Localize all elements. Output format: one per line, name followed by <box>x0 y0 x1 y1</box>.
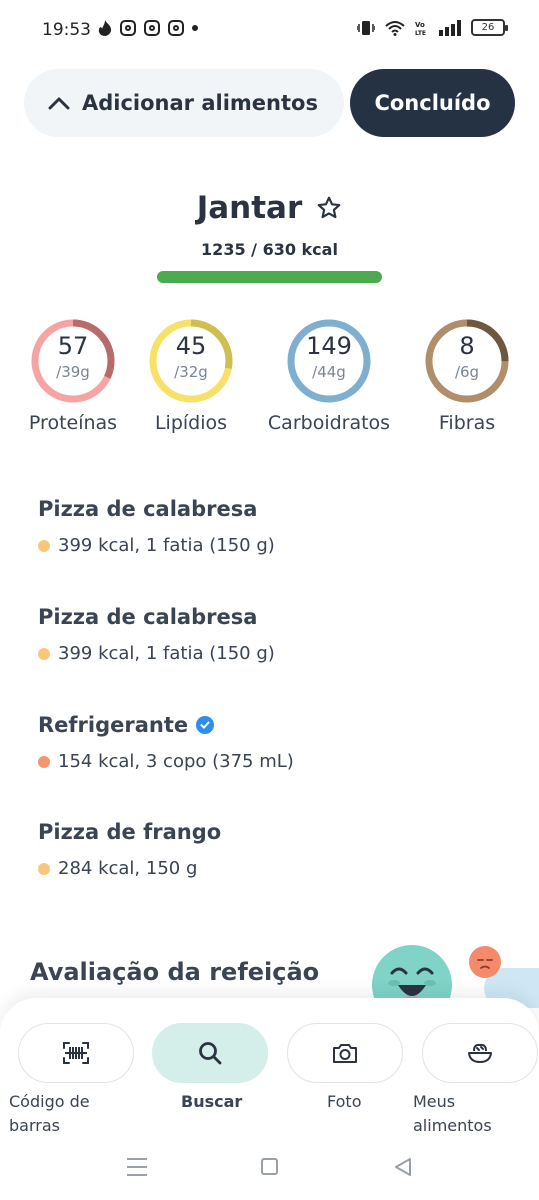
tab-my-foods-label[interactable]: Meus alimentos <box>413 1090 523 1138</box>
food-name: Refrigerante <box>38 713 189 737</box>
dot-icon <box>192 25 198 31</box>
tab-search-label[interactable]: Buscar <box>181 1090 242 1114</box>
kcal-summary: 1235 / 630 kcal <box>201 240 338 259</box>
kcal-progress-bar <box>157 271 382 283</box>
instagram-icon <box>144 20 160 36</box>
macro-ring-graphic <box>287 319 371 403</box>
chevron-up-icon <box>48 97 70 110</box>
status-time: 19:53 <box>42 20 91 40</box>
food-dot-icon <box>38 539 50 552</box>
macro-ring-graphic <box>149 319 233 403</box>
macro-name: Carboidratos <box>267 412 391 434</box>
macro-ring: 149 /44g <box>286 318 372 404</box>
svg-text:Vo: Vo <box>415 21 425 29</box>
macro-value: 57 <box>57 332 89 360</box>
verified-icon <box>196 716 215 734</box>
macro-ring: 8 /6g <box>424 318 510 404</box>
add-foods-button[interactable]: Adicionar alimentos <box>24 69 344 137</box>
meal-title-row: Jantar <box>0 190 539 226</box>
food-desc: 399 kcal, 1 fatia (150 g) <box>58 535 275 556</box>
macro-name: Fibras <box>438 412 496 434</box>
food-dot-icon <box>38 755 50 768</box>
tab-barcode-label[interactable]: Código de barras <box>9 1090 129 1138</box>
food-desc: 284 kcal, 150 g <box>58 858 198 879</box>
macro-fibers: 8 /6g Fibras <box>397 318 537 434</box>
battery-icon: 26 <box>471 19 508 36</box>
macro-carbs: 149 /44g Carboidratos <box>259 318 399 434</box>
instagram-icon <box>168 20 184 36</box>
macro-ring: 57 /39g <box>30 318 116 404</box>
add-foods-label: Adicionar alimentos <box>82 91 318 115</box>
macro-name: Lipídios <box>154 412 228 434</box>
macro-ring-graphic <box>425 319 509 403</box>
camera-icon <box>333 1044 357 1063</box>
done-button[interactable]: Concluído <box>350 69 515 137</box>
food-name-row: Pizza de calabresa <box>38 497 498 521</box>
notification-icons <box>98 20 198 36</box>
food-dot-icon <box>38 862 50 875</box>
bowl-icon <box>468 1043 492 1063</box>
macro-value: 149 <box>306 332 352 360</box>
kcal-progress-fill <box>157 271 382 283</box>
meal-rating-title: Avaliação da refeição <box>30 958 320 986</box>
sad-face-icon <box>469 946 501 978</box>
food-item[interactable]: Pizza de calabresa 399 kcal, 1 fatia (15… <box>38 605 498 664</box>
food-desc-row: 284 kcal, 150 g <box>38 858 498 879</box>
macro-ring: 45 /32g <box>148 318 234 404</box>
volte-icon: VoLTE <box>415 21 426 36</box>
food-item[interactable]: Pizza de frango 284 kcal, 150 g <box>38 820 498 879</box>
food-item[interactable]: Refrigerante 154 kcal, 3 copo (375 mL) <box>38 713 498 772</box>
food-name: Pizza de frango <box>38 820 222 844</box>
macro-value: 45 <box>175 332 207 360</box>
system-icons: Vo LTE 26 <box>357 19 508 36</box>
meal-title: Jantar <box>196 190 303 226</box>
back-button[interactable] <box>393 1157 413 1177</box>
food-name-row: Pizza de frango <box>38 820 498 844</box>
recent-apps-button[interactable] <box>127 1158 147 1182</box>
food-name-row: Refrigerante <box>38 713 498 737</box>
signal-icon <box>439 19 461 36</box>
done-label: Concluído <box>374 91 491 115</box>
food-desc: 154 kcal, 3 copo (375 mL) <box>58 751 294 772</box>
vibrate-icon <box>357 20 375 35</box>
food-name-row: Pizza de calabresa <box>38 605 498 629</box>
tab-my-foods[interactable] <box>422 1023 538 1083</box>
food-name: Pizza de calabresa <box>38 605 258 629</box>
tab-photo[interactable] <box>287 1023 403 1083</box>
food-desc-row: 154 kcal, 3 copo (375 mL) <box>38 751 498 772</box>
search-icon <box>199 1042 222 1065</box>
svg-text:LTE: LTE <box>415 30 426 36</box>
tab-photo-label[interactable]: Foto <box>327 1090 361 1114</box>
macro-value: 8 <box>459 332 475 360</box>
tab-search[interactable] <box>152 1023 268 1083</box>
instagram-icon <box>120 20 136 36</box>
food-desc-row: 399 kcal, 1 fatia (150 g) <box>38 643 498 664</box>
system-nav-bar <box>0 1148 539 1188</box>
star-icon[interactable] <box>316 195 342 221</box>
macro-goal: /32g <box>174 363 208 381</box>
macro-goal: /6g <box>454 363 480 381</box>
food-name: Pizza de calabresa <box>38 497 258 521</box>
food-item[interactable]: Pizza de calabresa 399 kcal, 1 fatia (15… <box>38 497 498 556</box>
barcode-icon <box>63 1042 89 1064</box>
status-bar: 19:53 Vo LTE 26 <box>0 0 539 62</box>
macro-lipids: 45 /32g Lipídios <box>121 318 261 434</box>
food-dot-icon <box>38 647 50 660</box>
food-desc-row: 399 kcal, 1 fatia (150 g) <box>38 535 498 556</box>
macro-goal: /44g <box>312 363 346 381</box>
macro-ring-graphic <box>31 319 115 403</box>
home-button[interactable] <box>261 1158 278 1175</box>
tinder-icon <box>98 20 112 36</box>
wifi-icon <box>385 20 405 36</box>
tab-barcode[interactable] <box>18 1023 134 1083</box>
macro-goal: /39g <box>56 363 90 381</box>
food-desc: 399 kcal, 1 fatia (150 g) <box>58 643 275 664</box>
